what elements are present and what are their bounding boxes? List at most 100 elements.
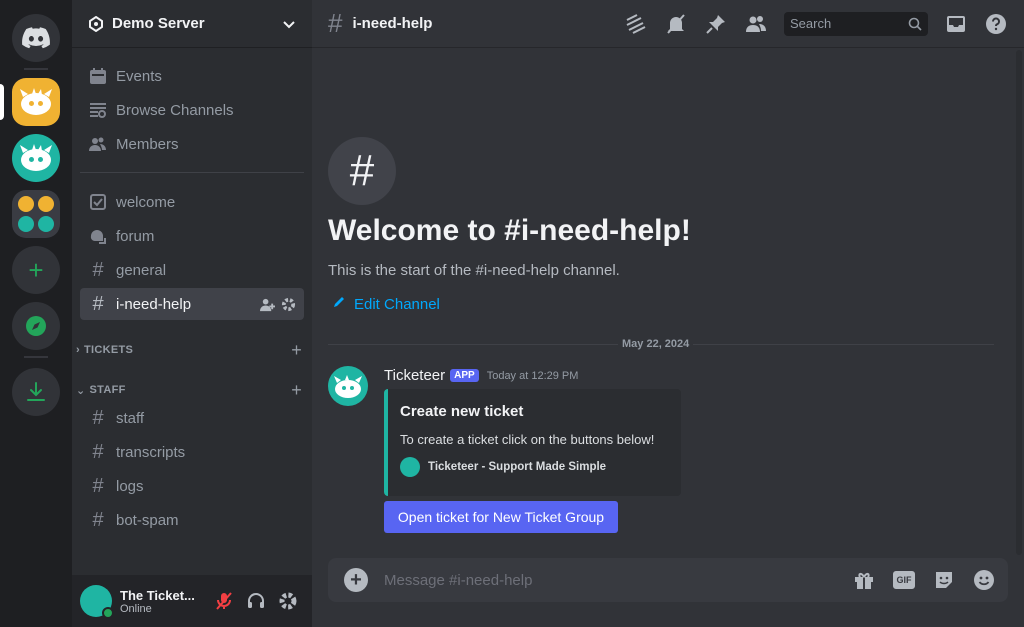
hashtag-icon: # [92,440,104,463]
server-icon-demo[interactable] [12,78,60,126]
embed-description: To create a ticket click on the buttons … [400,432,655,447]
online-status-dot [102,607,114,619]
server-name: Demo Server [112,15,205,32]
channel-general[interactable]: # general [80,254,304,286]
edit-channel-link[interactable]: Edit Channel [332,295,440,313]
message-input[interactable]: Message #i-need-help [384,572,836,589]
folder-server-icon [37,196,54,213]
browse-channels-icon [88,100,108,120]
username: The Ticket... [120,587,195,603]
server-boost-icon [89,15,103,32]
welcome-subtitle: This is the start of the #i-need-help ch… [328,262,620,279]
invite-member-icon[interactable] [260,297,275,312]
channel-staff[interactable]: # staff [80,402,304,434]
emoji-icon[interactable] [972,568,996,592]
attach-plus-icon[interactable]: + [344,568,368,592]
channel-label: logs [116,477,144,495]
channel-label: i-need-help [116,295,192,313]
headphones-icon[interactable] [240,585,272,617]
channel-forum[interactable]: forum [80,220,304,252]
message-author[interactable]: Ticketeer [384,367,445,384]
explore-compass-icon[interactable] [12,302,60,350]
channel-transcripts[interactable]: # transcripts [80,436,304,468]
sidebar-item-members[interactable]: Members [80,128,304,160]
category-tickets[interactable]: › TICKETS + [72,340,312,360]
sidebar-divider [80,172,304,173]
search-icon [908,17,922,31]
chat-area: # i-need-help Search # Welcome to #i-nee… [312,0,1024,627]
channel-title: i-need-help [352,15,433,32]
server-rail: + [0,0,72,627]
channel-label: transcripts [116,443,186,461]
user-settings-gear-icon[interactable] [272,585,304,617]
embed-footer: Ticketeer - Support Made Simple [400,457,669,477]
server-icon-ticketeer[interactable] [12,134,60,182]
channel-welcome-hash-icon: # [328,137,396,205]
inbox-icon[interactable] [944,12,968,36]
search-input[interactable]: Search [784,11,928,36]
message-timestamp: Today at 12:29 PM [486,369,579,382]
notification-bell-muted-icon[interactable] [664,12,688,36]
category-label: TICKETS [83,344,134,356]
gift-icon[interactable] [852,568,876,592]
channel-label: welcome [116,193,176,211]
message-embed: Create new ticket To create a ticket cli… [384,389,681,496]
embed-footer-icon [400,457,420,477]
hashtag-icon: # [92,292,104,315]
download-apps-icon[interactable] [12,368,60,416]
sidebar-item-label: Members [116,135,179,153]
channel-label: bot-spam [116,511,179,529]
search-placeholder: Search [790,16,832,31]
add-server-icon[interactable]: + [12,246,60,294]
hashtag-icon: # [92,508,104,531]
avatar[interactable] [328,366,368,406]
message-header: Ticketeer APP Today at 12:29 PM [384,367,578,384]
rail-separator [24,356,48,358]
channel-header: # i-need-help Search [312,0,1024,48]
channel-label: staff [116,409,145,427]
chevron-down-icon: ⌄ [76,384,86,397]
server-header[interactable]: Demo Server [72,0,312,48]
open-ticket-button[interactable]: Open ticket for New Ticket Group [384,501,618,533]
member-list-icon[interactable] [744,12,768,36]
channel-label: forum [116,227,155,245]
sidebar-item-label: Browse Channels [116,101,234,119]
create-channel-plus-icon[interactable]: + [291,380,302,401]
avatar[interactable] [80,585,114,619]
gif-label: GIF [893,571,915,589]
channel-settings-gear-icon[interactable] [281,297,296,312]
sticker-icon[interactable] [932,568,956,592]
user-info[interactable]: The Ticket... Online [120,588,208,615]
discord-home-icon[interactable] [12,14,60,62]
create-channel-plus-icon[interactable]: + [291,340,302,361]
channel-logs[interactable]: # logs [80,470,304,502]
sidebar-item-events[interactable]: Events [80,60,304,92]
sidebar-item-browse-channels[interactable]: Browse Channels [80,94,304,126]
members-icon [88,134,108,154]
gif-icon[interactable]: GIF [892,568,916,592]
pencil-icon [332,295,346,313]
channel-bot-spam[interactable]: # bot-spam [80,504,304,536]
embed-footer-text: Ticketeer - Support Made Simple [428,461,607,473]
threads-icon[interactable] [624,12,648,36]
hashtag-icon: # [92,258,104,281]
mute-microphone-icon[interactable] [208,585,240,617]
welcome-title: Welcome to #i-need-help! [328,214,691,247]
scrollbar[interactable] [1016,50,1022,555]
help-icon[interactable] [984,12,1008,36]
pin-icon[interactable] [704,12,728,36]
message-composer[interactable]: + Message #i-need-help GIF [328,558,1008,602]
chevron-right-icon: › [76,344,80,356]
channel-label: general [116,261,167,279]
user-status: Online [120,602,152,615]
folder-server-icon [18,196,34,213]
channel-sidebar: Demo Server Events Browse Channels Membe… [72,0,312,627]
calendar-icon [88,66,108,86]
channel-welcome[interactable]: welcome [80,186,304,218]
app-badge: APP [450,369,479,382]
channel-i-need-help[interactable]: # i-need-help [80,288,304,320]
rules-checkbox-icon [88,192,108,212]
category-staff[interactable]: ⌄ STAFF + [72,380,312,400]
server-folder[interactable] [12,190,60,238]
edit-channel-label: Edit Channel [354,295,440,313]
